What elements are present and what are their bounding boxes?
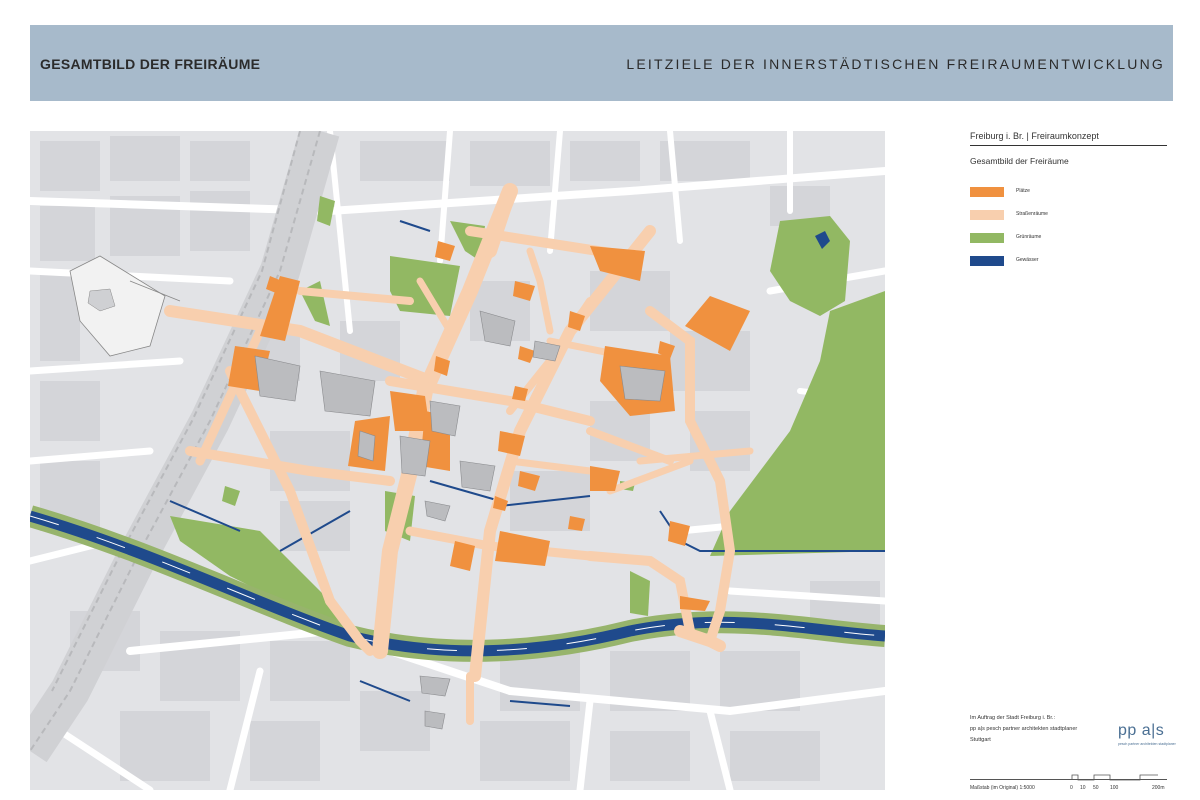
credits-line-2: pp a|s pesch partner architekten stadtpl… <box>970 726 1078 732</box>
legend-item-plaetze: Plätze <box>970 185 1167 199</box>
scale-tick-100: 100 <box>1110 785 1119 791</box>
credits-line-3: Stuttgart <box>970 737 991 743</box>
legend-label-gewaesser: Gewässer <box>1016 257 1039 263</box>
scale-tick-0: 0 <box>1070 785 1073 791</box>
legend-label-strassenraeume: Straßenräume <box>1016 211 1048 217</box>
scale-baseline <box>970 779 1167 780</box>
legend-label-plaetze: Plätze <box>1016 188 1030 194</box>
header-right-title: LEITZIELE DER INNERSTÄDTISCHEN FREIRAUME… <box>626 56 1165 72</box>
legend-item-gewaesser: Gewässer <box>970 254 1167 268</box>
legend-panel: Freiburg i. Br. | Freiraumkonzept Gesamt… <box>970 131 1167 266</box>
station-outline <box>69 255 181 357</box>
ppas-logo-subtext: pesch partner architekten stadtplaner <box>1118 742 1176 746</box>
credits-line-1: Im Auftrag der Stadt Freiburg i. Br.: <box>970 715 1055 721</box>
scale-label: Maßstab (im Original) 1:5000 <box>970 785 1035 791</box>
scale-tick-10: 10 <box>1080 785 1086 791</box>
scale-tick-50: 50 <box>1093 785 1099 791</box>
legend-item-strassenraeume: Straßenräume <box>970 208 1167 222</box>
ppas-logo: pp a|s <box>1118 722 1165 739</box>
city-map[interactable] <box>30 131 885 790</box>
legend-title: Freiburg i. Br. | Freiraumkonzept <box>970 131 1167 146</box>
header-band: GESAMTBILD DER FREIRÄUME LEITZIELE DER I… <box>30 25 1173 101</box>
swatch-gruenraeume <box>970 233 1004 243</box>
swatch-gewaesser <box>970 256 1004 266</box>
credits: Im Auftrag der Stadt Freiburg i. Br.: pp… <box>970 713 1077 746</box>
swatch-strassenraeume <box>970 210 1004 220</box>
legend-item-gruenraeume: Grünräume <box>970 231 1167 245</box>
header-left-title: GESAMTBILD DER FREIRÄUME <box>40 56 261 72</box>
swatch-plaetze <box>970 187 1004 197</box>
scale-tick-200: 200m <box>1152 785 1165 791</box>
legend-subtitle: Gesamtbild der Freiräume <box>970 156 1069 166</box>
map-svg <box>30 131 885 790</box>
legend-label-gruenraeume: Grünräume <box>1016 234 1042 240</box>
